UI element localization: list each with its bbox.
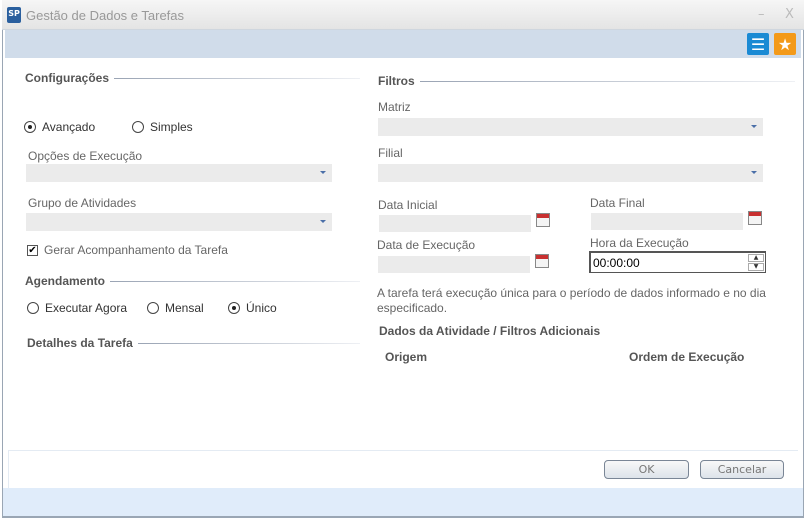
calendar-icon[interactable]: [535, 254, 549, 268]
ok-button[interactable]: OK: [604, 460, 689, 479]
section-configuracoes: Configurações: [25, 71, 360, 85]
activity-heading: Dados da Atividade / Filtros Adicionais: [379, 324, 601, 338]
exec-time-input[interactable]: 00:00:00 ▲ ▼: [589, 251, 766, 273]
status-bar: [3, 488, 803, 517]
info-text: A tarefa terá execução única para o perí…: [377, 286, 766, 315]
section-agendamento: Agendamento: [25, 274, 360, 288]
radio-avancado[interactable]: Avançado: [24, 120, 95, 134]
exec-options-label: Opções de Execução: [28, 149, 143, 163]
chevron-down-icon: [320, 220, 326, 223]
radio-simples[interactable]: Simples: [132, 120, 193, 134]
spin-down-button[interactable]: ▼: [748, 263, 764, 271]
section-filtros: Filtros: [378, 74, 795, 88]
section-title: Configurações: [25, 71, 110, 85]
filial-label: Filial: [378, 146, 403, 160]
list-button[interactable]: ☰: [747, 33, 769, 55]
matriz-label: Matriz: [378, 100, 411, 114]
filial-select[interactable]: [378, 164, 763, 182]
chevron-down-icon: [320, 171, 326, 174]
chevron-down-icon: [751, 171, 757, 174]
exec-time-value: 00:00:00: [593, 256, 640, 270]
list-icon: ☰: [750, 34, 766, 54]
radio-unico[interactable]: Único: [228, 301, 277, 315]
window-title: Gestão de Dados e Tarefas: [26, 8, 185, 23]
matriz-select[interactable]: [378, 118, 763, 136]
column-header-origem[interactable]: Origem: [385, 350, 427, 364]
radio-executar-agora[interactable]: Executar Agora: [27, 301, 127, 315]
radio-mensal[interactable]: Mensal: [147, 301, 204, 315]
minimize-button[interactable]: –: [758, 7, 765, 22]
favorite-button[interactable]: ★: [774, 33, 796, 55]
start-date-label: Data Inicial: [378, 198, 438, 212]
tracking-checkbox[interactable]: ✔ Gerar Acompanhamento da Tarefa: [27, 243, 228, 257]
end-date-label: Data Final: [590, 196, 645, 210]
group-label: Grupo de Atividades: [28, 196, 137, 210]
section-detalhes: Detalhes da Tarefa: [27, 336, 360, 350]
calendar-icon[interactable]: [536, 213, 550, 227]
radio-indicator: [24, 121, 36, 133]
cancel-button[interactable]: Cancelar: [700, 460, 784, 479]
close-button[interactable]: X: [785, 7, 794, 22]
exec-date-input[interactable]: [378, 256, 530, 273]
checkbox-checked-icon: ✔: [27, 244, 38, 256]
exec-date-label: Data de Execução: [377, 238, 476, 252]
group-select[interactable]: [26, 213, 332, 231]
chevron-down-icon: [751, 125, 757, 128]
app-logo: SP: [7, 7, 21, 23]
star-icon: ★: [777, 34, 793, 54]
exec-time-label: Hora da Execução: [590, 236, 689, 250]
start-date-input[interactable]: [379, 215, 531, 232]
radio-indicator: [132, 121, 144, 133]
end-date-input[interactable]: [591, 213, 743, 230]
exec-options-select[interactable]: [26, 164, 332, 182]
toolbar: [5, 30, 801, 58]
spin-up-button[interactable]: ▲: [748, 254, 764, 262]
column-header-ordem[interactable]: Ordem de Execução: [629, 350, 744, 364]
calendar-icon[interactable]: [748, 211, 762, 225]
